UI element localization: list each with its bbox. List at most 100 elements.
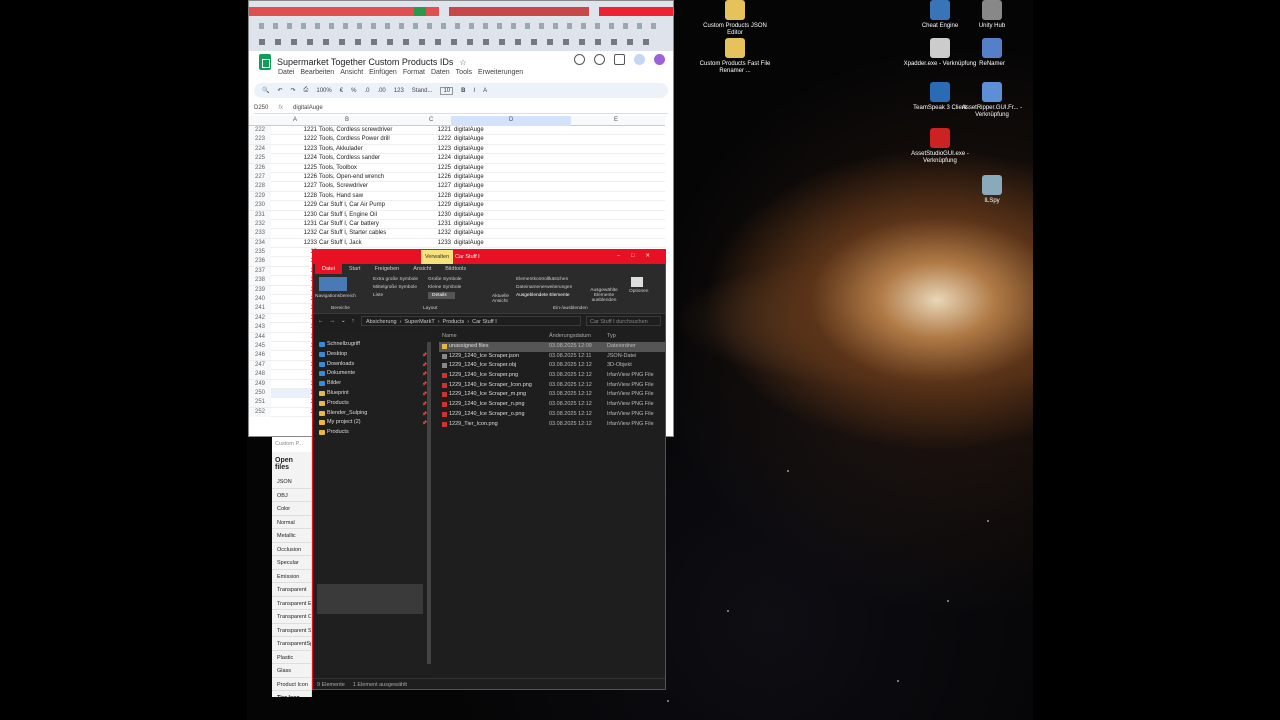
cell-c[interactable]: 1225	[427, 164, 451, 173]
cell-b[interactable]: Car Stuff I, Jack	[319, 239, 362, 248]
row-number[interactable]: 249	[249, 379, 271, 389]
row-number[interactable]: 248	[249, 370, 271, 380]
cell-d[interactable]: digitalAuge	[454, 192, 484, 201]
percent-button[interactable]: %	[351, 88, 356, 94]
file-row[interactable]: 1229_1240_Ice Scraper.png 03.08.2025 12:1…	[439, 371, 665, 381]
desktop-icon[interactable]: AssetRipper.GUI.Fr... - Verknüpfung	[955, 82, 1029, 119]
cell-a[interactable]: 1222	[291, 135, 317, 144]
file-extensions-toggle[interactable]: Dateinamenerweiterungen	[516, 285, 572, 290]
tab-freigeben[interactable]: Freigeben	[367, 264, 406, 274]
hide-selected-button[interactable]: Ausgewählte Elemente ausblenden	[583, 288, 625, 303]
breadcrumb-item[interactable]: Products	[443, 319, 465, 325]
cell-b[interactable]: Tools, Akkulader	[319, 145, 363, 154]
recent-icon[interactable]: ⌄	[341, 318, 346, 324]
row-number[interactable]: 252	[249, 407, 271, 417]
cell-d[interactable]: digitalAuge	[454, 239, 484, 248]
desktop-icon[interactable]: ILSpy	[955, 175, 1029, 205]
cell-c[interactable]: 1229	[427, 201, 451, 210]
cell-b[interactable]: Tools, Hand saw	[319, 192, 363, 201]
cell-d[interactable]: digitalAuge	[454, 135, 484, 144]
breadcrumb-item[interactable]: Car Stuff I	[472, 319, 497, 325]
table-row[interactable]: 225 1224 Tools, Cordless sander 1224 digital…	[249, 154, 665, 164]
table-row[interactable]: 223 1222 Tools, Cordless Power drill 1222 di…	[249, 135, 665, 145]
breadcrumb-item[interactable]: SuperMarkT	[404, 319, 434, 325]
row-number[interactable]: 226	[249, 163, 271, 173]
column-label[interactable]: C	[429, 117, 433, 123]
cell-b[interactable]: Car Stuff I, Car battery	[319, 220, 379, 229]
file-row[interactable]: 1229_Tier_Icon.png 03.08.2025 12:12 IrfanV…	[439, 420, 665, 430]
file-row[interactable]: 1229_1240_Ice Scraper.json 03.08.2025 12:…	[439, 352, 665, 362]
col-type[interactable]: Typ	[607, 333, 662, 342]
print-icon[interactable]: ⎙	[304, 87, 309, 94]
nav-pane-button[interactable]: Navigationsbereich	[315, 294, 356, 299]
row-number[interactable]: 227	[249, 172, 271, 182]
nav-item[interactable]: My project (2)	[313, 418, 431, 428]
tab-ansicht[interactable]: Ansicht	[406, 264, 438, 274]
item-checkboxes-toggle[interactable]: Elementkontrollkästchen	[516, 277, 568, 282]
text-color-icon[interactable]: A	[483, 88, 487, 94]
menu-item[interactable]: Erweiterungen	[478, 69, 523, 76]
address-bar[interactable]: Absicherung › SuperMarkT › Products › Car Stuf…	[361, 316, 581, 326]
file-name[interactable]: 1229_1240_Ice Scraper_n.png	[439, 400, 549, 410]
redo-icon[interactable]: ↷	[291, 87, 296, 94]
breadcrumb-item[interactable]: Absicherung	[366, 319, 397, 325]
row-number[interactable]: 230	[249, 201, 271, 211]
cell-b[interactable]: Car Stuff I, Car Air Pump	[319, 201, 385, 210]
cell-d[interactable]: digitalAuge	[454, 145, 484, 154]
tab-start[interactable]: Start	[342, 264, 368, 274]
cell-b[interactable]: Tools, Toolbox	[319, 164, 357, 173]
up-icon[interactable]: ↑	[352, 318, 355, 324]
italic-button[interactable]: I	[474, 88, 476, 94]
document-title[interactable]: Supermarket Together Custom Products IDs	[277, 57, 453, 67]
file-name[interactable]: 1229_1240_Ice Scraper_m.png	[439, 390, 549, 400]
file-row[interactable]: 1229_1240_Ice Scraper_m.png 03.08.2025 12…	[439, 390, 665, 400]
panel-item[interactable]: Color	[272, 502, 311, 516]
nav-item[interactable]: Downloads	[313, 360, 431, 370]
cell-c[interactable]: 1222	[427, 135, 451, 144]
meet-icon[interactable]	[614, 54, 625, 65]
cell-d[interactable]: digitalAuge	[454, 220, 484, 229]
row-number[interactable]: 250	[249, 388, 271, 398]
cell-a[interactable]: 1230	[291, 211, 317, 220]
cell-c[interactable]: 1227	[427, 182, 451, 191]
history-icon[interactable]	[574, 54, 585, 65]
hidden-items-toggle[interactable]: Ausgeblendete Elemente	[516, 293, 570, 298]
file-row[interactable]: 1229_1240_Ice Scraper_o.png 03.08.2025 12…	[439, 410, 665, 420]
table-row[interactable]: 224 1223 Tools, Akkulader 1223 digitalAuge	[249, 144, 665, 155]
search-box[interactable]: Car Stuff I durchsuchen	[586, 316, 661, 326]
table-row[interactable]: 228 1227 Tools, Screwdriver 1227 digitalAuge	[249, 182, 665, 192]
cell-c[interactable]: 1224	[427, 154, 451, 163]
options-icon[interactable]	[631, 277, 643, 287]
panel-item[interactable]: Metallic	[272, 529, 311, 543]
row-number[interactable]: 225	[249, 154, 271, 164]
column-label[interactable]: B	[345, 117, 349, 123]
row-number[interactable]: 233	[249, 229, 271, 239]
cell-a[interactable]: 1231	[291, 220, 317, 229]
file-name[interactable]: 1229_1240_Ice Scraper.png	[439, 371, 549, 381]
column-label[interactable]: A	[293, 117, 297, 123]
menu-item[interactable]: Einfügen	[369, 69, 397, 76]
row-number[interactable]: 243	[249, 323, 271, 333]
sheets-logo-icon[interactable]	[259, 54, 271, 70]
zoom-select[interactable]: 100%	[316, 88, 331, 94]
desktop-icon[interactable]: Custom Products JSON Editor	[698, 0, 772, 37]
row-number[interactable]: 240	[249, 295, 271, 305]
nav-item[interactable]: Blender_Sulping	[313, 409, 431, 419]
table-row[interactable]: 222 1221 Tools, Cordless screwdriver 1221 di…	[249, 126, 665, 136]
column-label[interactable]: E	[614, 117, 618, 123]
nav-pane-icon[interactable]	[319, 277, 347, 291]
row-number[interactable]: 228	[249, 182, 271, 192]
panel-item[interactable]: Transparent C	[272, 610, 311, 624]
row-number[interactable]: 239	[249, 285, 271, 295]
row-number[interactable]: 247	[249, 360, 271, 370]
row-number[interactable]: 236	[249, 257, 271, 267]
table-row[interactable]: 229 1228 Tools, Hand saw 1228 digitalAuge	[249, 191, 665, 202]
nav-item[interactable]: Products	[313, 428, 431, 438]
search-icon[interactable]: 🔍	[262, 87, 269, 94]
number-format-button[interactable]: 123	[394, 88, 404, 94]
table-row[interactable]: 231 1230 Car Stuff I, Engine Oil 1230 digita…	[249, 210, 665, 220]
cell-d[interactable]: digitalAuge	[454, 229, 484, 238]
table-row[interactable]: 232 1231 Car Stuff I, Car battery 1231 digit…	[249, 219, 665, 230]
bold-button[interactable]: B	[461, 88, 465, 94]
undo-icon[interactable]: ↶	[277, 87, 282, 94]
